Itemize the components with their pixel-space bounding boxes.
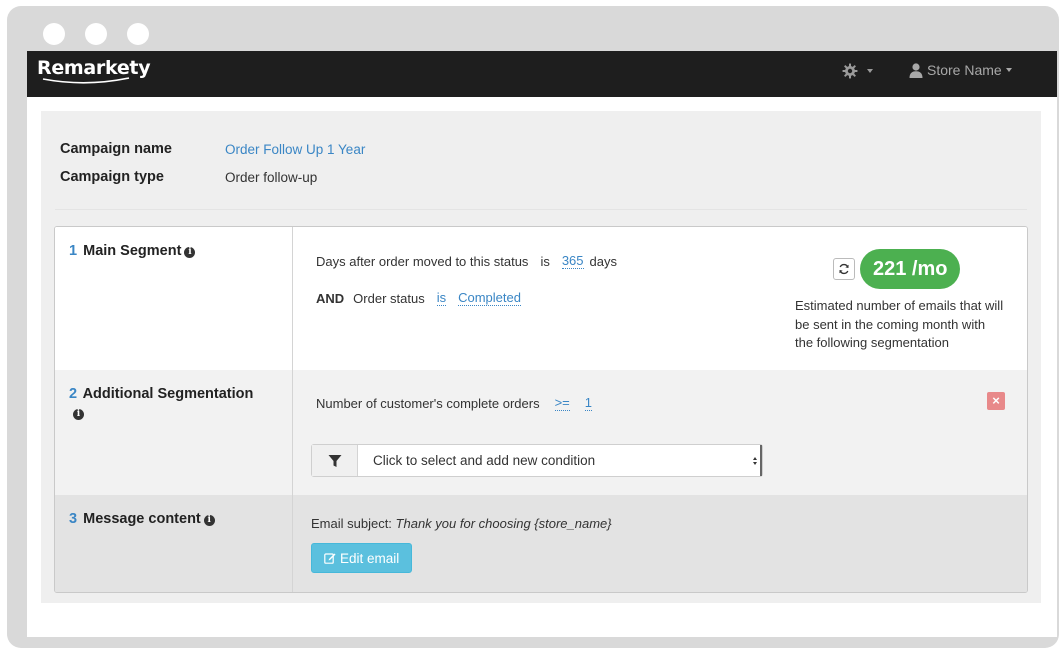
window-minimize-button[interactable] (85, 23, 107, 45)
add-condition-placeholder: Click to select and add new condition (373, 453, 596, 468)
campaign-panel: Campaign name Order Follow Up 1 Year Cam… (41, 111, 1041, 603)
condition-operator: is (540, 253, 550, 269)
filter-icon-box (312, 445, 358, 476)
user-icon (909, 62, 923, 78)
message-content-header: 3 Message content i (55, 495, 293, 592)
select-arrows-icon (750, 445, 762, 476)
email-subject-value: Thank you for choosing {store_name} (395, 516, 612, 531)
browser-window: Remarkety Store Name Campaign name Order… (7, 6, 1059, 648)
segments-table: 1 Main Segment i Days after order moved t… (54, 226, 1028, 593)
segment-title-text: Main Segment (83, 243, 182, 259)
info-icon[interactable]: i (184, 247, 196, 258)
and-operator: AND (316, 290, 345, 306)
email-subject: Email subject: Thank you for choosing {s… (311, 516, 612, 531)
condition-value-orders[interactable]: 1 (584, 395, 592, 411)
condition-operator-link[interactable]: is (436, 290, 447, 306)
edit-email-button[interactable]: Edit email (311, 543, 413, 573)
campaign-name-label: Campaign name (60, 141, 172, 157)
condition-complete-orders: Number of customer's complete orders >= … (316, 395, 592, 411)
user-menu[interactable]: Store Name (909, 62, 1012, 78)
top-navbar: Remarkety Store Name (27, 51, 1057, 97)
message-content-body: Email subject: Thank you for choosing {s… (293, 495, 1027, 592)
condition-field: Days after order moved to this status (316, 253, 529, 269)
condition-value-status[interactable]: Completed (458, 290, 521, 306)
main-segment-title: 1 Main Segment i (69, 242, 278, 261)
condition-value-days[interactable]: 365 (561, 253, 584, 269)
email-estimate: 221 /mo Estimated number of emails that … (795, 249, 1005, 353)
message-content-title: 3 Message content i (69, 510, 278, 529)
campaign-name-value[interactable]: Order Follow Up 1 Year (225, 142, 365, 157)
user-menu-label: Store Name (927, 62, 1002, 78)
brand-logo[interactable]: Remarkety (37, 57, 151, 79)
main-segment-row: 1 Main Segment i Days after order moved t… (55, 227, 1027, 370)
additional-segmentation-body: Number of customer's complete orders >= … (293, 370, 1027, 495)
estimate-description: Estimated number of emails that will be … (795, 298, 1004, 350)
delete-condition-button[interactable]: × (987, 392, 1005, 410)
refresh-estimate-button[interactable] (833, 258, 855, 280)
condition-days-after-status: Days after order moved to this status is… (316, 253, 617, 269)
condition-field: Order status (353, 290, 425, 306)
window-close-button[interactable] (43, 23, 65, 45)
edit-icon (324, 553, 336, 564)
main-segment-body: Days after order moved to this status is… (293, 227, 1027, 370)
info-icon[interactable]: i (203, 515, 215, 526)
estimate-header: 221 /mo (795, 249, 1005, 289)
campaign-type-value: Order follow-up (225, 169, 318, 185)
additional-segmentation-title: 2 Additional Segmentation i (69, 385, 278, 423)
condition-field: Number of customer's complete orders (316, 395, 540, 411)
additional-segmentation-header: 2 Additional Segmentation i (55, 370, 293, 495)
segment-number: 3 (69, 511, 78, 527)
condition-suffix: days (589, 253, 617, 269)
logo-swoosh-icon (42, 77, 130, 84)
main-segment-header: 1 Main Segment i (55, 227, 293, 370)
divider (55, 209, 1027, 210)
chevron-down-icon (1005, 68, 1012, 72)
message-content-row: 3 Message content i Email subject: Thank … (55, 495, 1027, 592)
campaign-name-row: Campaign name Order Follow Up 1 Year (60, 135, 365, 163)
campaign-type-label: Campaign type (60, 169, 164, 185)
additional-segmentation-row: 2 Additional Segmentation i Number of cus… (55, 370, 1027, 495)
info-icon[interactable]: i (73, 409, 84, 420)
edit-email-label: Edit email (340, 550, 400, 566)
email-subject-label: Email subject: (311, 516, 392, 531)
estimate-badge: 221 /mo (860, 249, 961, 289)
campaign-info: Campaign name Order Follow Up 1 Year Cam… (60, 135, 365, 191)
condition-operator-link[interactable]: >= (554, 395, 570, 411)
gear-icon (842, 63, 858, 79)
segment-number: 1 (69, 243, 78, 259)
campaign-type-row: Campaign type Order follow-up (60, 163, 365, 191)
segment-title-text: Additional Segmentation (82, 386, 254, 402)
refresh-icon (839, 263, 849, 275)
window-maximize-button[interactable] (127, 23, 149, 45)
settings-menu[interactable] (842, 63, 873, 79)
app-screen: Remarkety Store Name Campaign name Order… (27, 51, 1057, 637)
chevron-down-icon (867, 69, 873, 73)
condition-order-status: AND Order status is Completed (316, 290, 521, 306)
window-controls (43, 23, 149, 45)
filter-icon (328, 454, 341, 467)
segment-number: 2 (69, 386, 78, 402)
segment-title-text: Message content (83, 511, 201, 527)
add-condition-select[interactable]: Click to select and add new condition (311, 444, 763, 477)
